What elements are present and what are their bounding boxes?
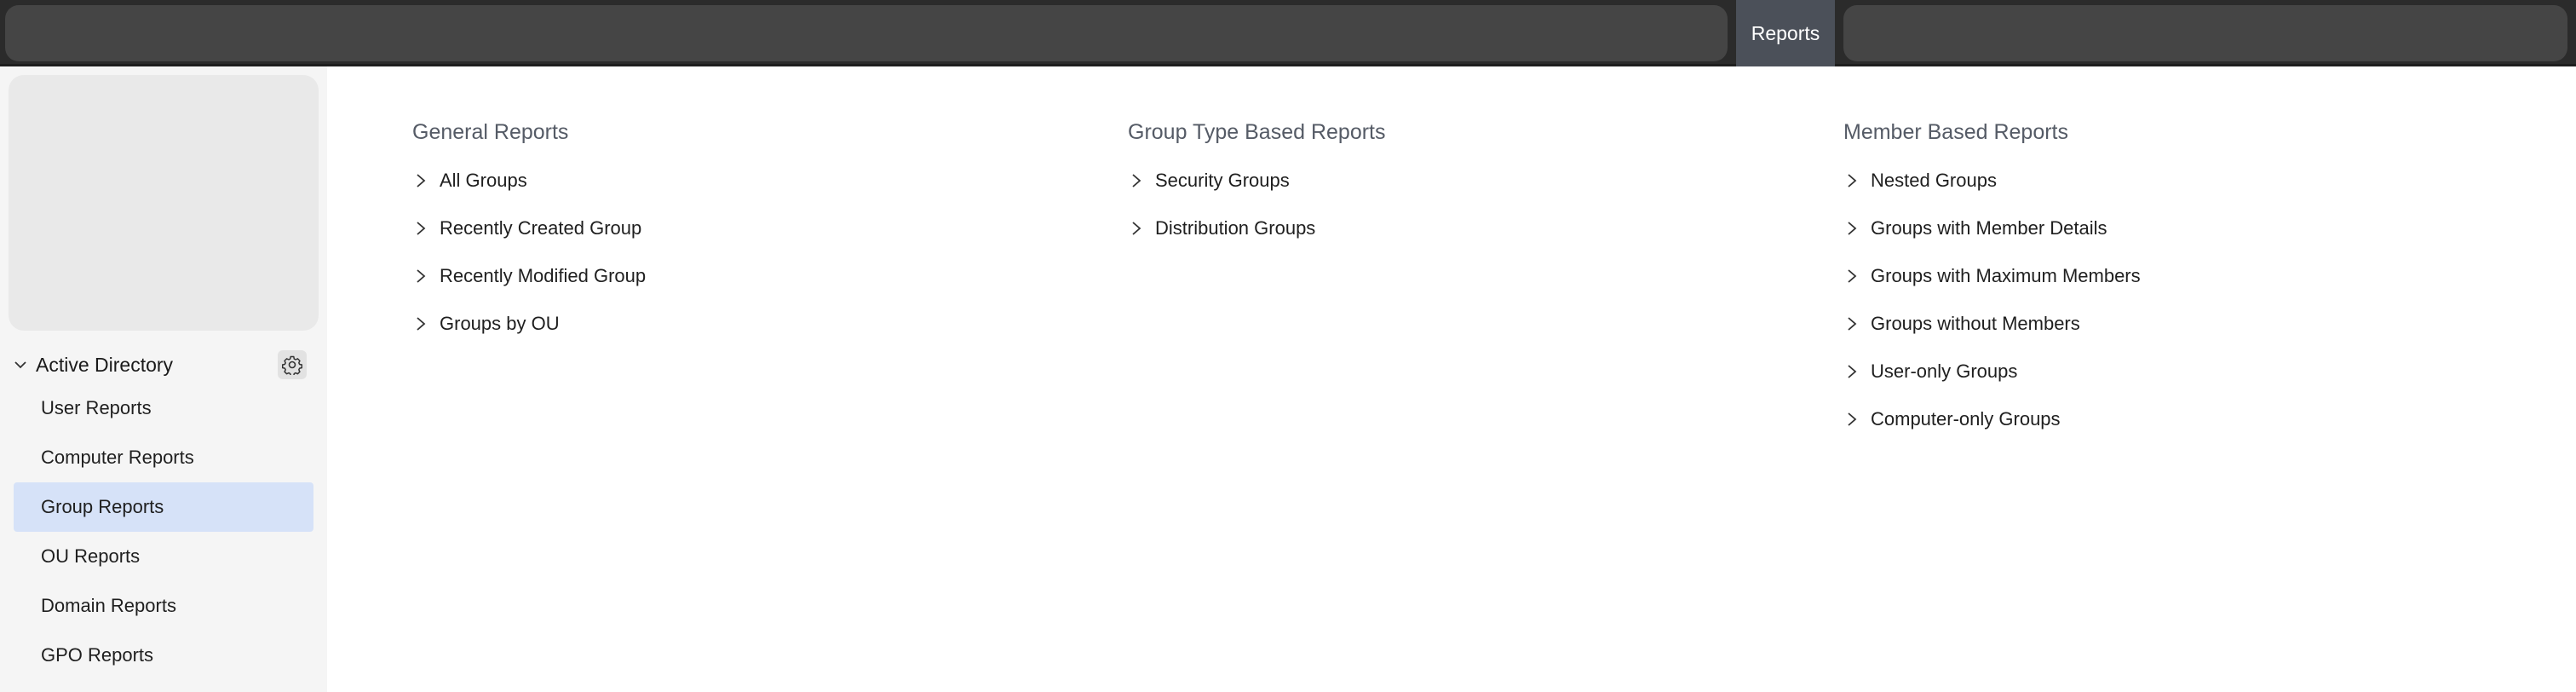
chevron-right-icon: [1843, 363, 1860, 380]
report-link-label: Groups by OU: [440, 313, 560, 334]
report-link-groups-with-member-details[interactable]: Groups with Member Details: [1843, 205, 2141, 252]
sidebar-item-gpo-reports[interactable]: GPO Reports: [14, 631, 313, 680]
sidebar: Active Directory User Reports Computer R…: [0, 66, 327, 692]
report-link-label: Groups with Member Details: [1871, 217, 2107, 239]
chevron-right-icon: [412, 172, 429, 189]
report-link-groups-by-ou[interactable]: Groups by OU: [412, 300, 646, 348]
report-link-all-groups[interactable]: All Groups: [412, 157, 646, 205]
report-link-label: Recently Created Group: [440, 217, 642, 239]
report-link-nested-groups[interactable]: Nested Groups: [1843, 157, 2141, 205]
chevron-right-icon: [1843, 172, 1860, 189]
sidebar-item-user-reports[interactable]: User Reports: [14, 383, 313, 433]
sidebar-item-domain-reports[interactable]: Domain Reports: [14, 581, 313, 631]
report-link-label: Nested Groups: [1871, 170, 1997, 191]
report-link-label: All Groups: [440, 170, 527, 191]
chevron-right-icon: [412, 315, 429, 332]
report-column-general: General Reports All Groups Recently Crea…: [412, 118, 646, 348]
sidebar-placeholder-card: [9, 75, 319, 331]
report-column-member: Member Based Reports Nested Groups Group…: [1843, 118, 2141, 443]
column-title: General Reports: [412, 120, 569, 144]
report-link-security-groups[interactable]: Security Groups: [1128, 157, 1386, 205]
top-bar: Reports: [0, 0, 2576, 66]
top-bar-left-block: [5, 5, 1728, 61]
report-link-recently-created-group[interactable]: Recently Created Group: [412, 205, 646, 252]
chevron-right-icon: [1843, 220, 1860, 237]
gear-icon[interactable]: [278, 350, 307, 379]
sidebar-nav-list: User Reports Computer Reports Group Repo…: [14, 383, 313, 680]
report-link-groups-with-maximum-members[interactable]: Groups with Maximum Members: [1843, 252, 2141, 300]
report-link-distribution-groups[interactable]: Distribution Groups: [1128, 205, 1386, 252]
report-link-label: User-only Groups: [1871, 360, 2018, 382]
sidebar-section-title: Active Directory: [36, 353, 174, 376]
sidebar-section-active-directory[interactable]: Active Directory: [12, 348, 310, 382]
chevron-right-icon: [412, 220, 429, 237]
chevron-down-icon: [12, 356, 29, 373]
main-content: General Reports All Groups Recently Crea…: [327, 66, 2576, 692]
report-link-label: Distribution Groups: [1155, 217, 1316, 239]
report-link-recently-modified-group[interactable]: Recently Modified Group: [412, 252, 646, 300]
chevron-right-icon: [1128, 172, 1145, 189]
sidebar-item-group-reports[interactable]: Group Reports: [14, 482, 313, 532]
sidebar-item-computer-reports[interactable]: Computer Reports: [14, 433, 313, 482]
report-link-groups-without-members[interactable]: Groups without Members: [1843, 300, 2141, 348]
chevron-right-icon: [1843, 411, 1860, 428]
report-link-label: Groups without Members: [1871, 313, 2080, 334]
sidebar-item-ou-reports[interactable]: OU Reports: [14, 532, 313, 581]
chevron-right-icon: [1128, 220, 1145, 237]
report-link-label: Groups with Maximum Members: [1871, 265, 2141, 286]
report-link-label: Security Groups: [1155, 170, 1290, 191]
chevron-right-icon: [1843, 268, 1860, 285]
column-title: Member Based Reports: [1843, 120, 2069, 144]
report-link-label: Computer-only Groups: [1871, 408, 2061, 430]
report-link-user-only-groups[interactable]: User-only Groups: [1843, 348, 2141, 395]
chevron-right-icon: [412, 268, 429, 285]
report-link-label: Recently Modified Group: [440, 265, 647, 286]
chevron-right-icon: [1843, 315, 1860, 332]
report-link-computer-only-groups[interactable]: Computer-only Groups: [1843, 395, 2141, 443]
column-title: Group Type Based Reports: [1128, 120, 1386, 144]
top-bar-right-block: [1843, 5, 2567, 61]
tab-reports[interactable]: Reports: [1736, 0, 1835, 66]
report-column-group-type: Group Type Based Reports Security Groups…: [1128, 118, 1386, 252]
